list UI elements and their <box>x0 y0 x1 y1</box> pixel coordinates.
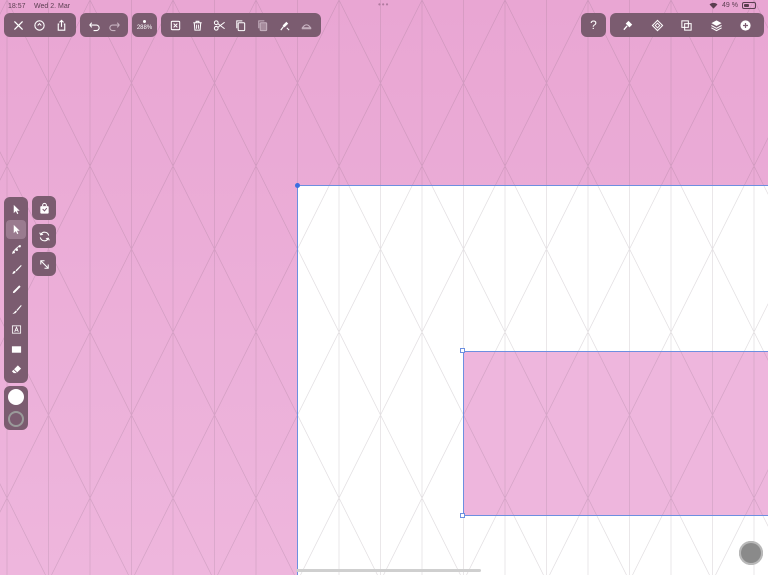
text-tool[interactable] <box>6 320 26 339</box>
cut-button[interactable] <box>210 16 228 34</box>
cut-icon <box>213 19 225 31</box>
stroke-color-swatch[interactable] <box>8 411 24 427</box>
selection-tool-icon <box>13 204 20 214</box>
share-icon <box>57 19 66 31</box>
wifi-icon <box>709 2 718 9</box>
zoom-level: 288% <box>136 24 153 31</box>
export-button[interactable] <box>31 16 49 34</box>
status-indicators: 49 % <box>709 2 756 9</box>
symbols-icon <box>651 19 664 31</box>
rectangle-tool[interactable] <box>6 340 26 359</box>
trash-icon <box>193 20 202 31</box>
delete-selection-icon <box>171 20 181 30</box>
eraser-tool[interactable] <box>6 360 26 379</box>
panels-toolbar-group <box>610 13 764 37</box>
battery-icon <box>742 2 756 9</box>
edit-toolbar-group <box>161 13 321 37</box>
redo-icon <box>108 21 120 31</box>
layers-icon <box>710 19 722 31</box>
history-toolbar-group <box>80 13 128 37</box>
paste-icon <box>258 19 268 31</box>
color-panel <box>4 386 28 430</box>
close-icon <box>14 20 24 30</box>
selection-handle-bottom-left[interactable] <box>460 513 465 518</box>
artboard-edge-top <box>297 185 768 186</box>
path-operations-button[interactable] <box>678 16 696 34</box>
direct-selection-tool[interactable] <box>6 219 26 239</box>
close-button[interactable] <box>10 16 28 34</box>
share-button[interactable] <box>52 16 70 34</box>
rectangle-tool-icon <box>11 345 21 353</box>
tools-panel <box>4 197 28 383</box>
help-toolbar-group: ? <box>581 13 606 37</box>
artboard-edge-left <box>297 185 298 575</box>
clear-icon <box>300 23 312 29</box>
brush-tool[interactable] <box>6 260 26 279</box>
undo-button[interactable] <box>85 16 103 34</box>
copy-button[interactable] <box>232 16 250 34</box>
clear-style-button[interactable] <box>297 16 315 34</box>
file-toolbar-group <box>4 13 76 37</box>
selection-options-button[interactable] <box>32 196 56 220</box>
style-brush-icon <box>623 20 633 30</box>
add-button[interactable] <box>736 16 754 34</box>
assistive-touch-button[interactable] <box>739 541 763 565</box>
multitasking-dots-icon[interactable]: ••• <box>378 0 389 9</box>
zoom-button[interactable]: 288% <box>134 16 156 34</box>
paste-style-button[interactable] <box>275 16 293 34</box>
artboard-corner-handle[interactable] <box>295 183 300 188</box>
selection-handle-top-left[interactable] <box>460 348 465 353</box>
status-time: 18:57 <box>8 3 26 10</box>
rotate-button[interactable] <box>32 224 56 248</box>
zoom-indicator-dot <box>143 19 146 23</box>
resize-arrows-icon <box>39 259 49 269</box>
export-icon <box>34 19 46 31</box>
delete-selection-button[interactable] <box>167 16 185 34</box>
pen-tool[interactable] <box>6 240 26 259</box>
status-bar: 18:57 Wed 2. Mar ••• 49 % <box>0 0 768 14</box>
zoom-toolbar-group: 288% <box>132 13 157 37</box>
trash-button[interactable] <box>189 16 207 34</box>
rotate-icon <box>38 231 50 241</box>
paste-style-icon <box>280 21 290 31</box>
copy-icon <box>236 19 246 31</box>
paste-button[interactable] <box>254 16 272 34</box>
undo-icon <box>88 21 100 31</box>
help-button[interactable]: ? <box>585 16 603 34</box>
home-indicator[interactable] <box>296 569 481 572</box>
pen-tool-icon <box>11 244 21 254</box>
eraser-tool-icon <box>11 364 21 373</box>
pencil-tool-icon <box>12 284 21 293</box>
scale-button[interactable] <box>32 252 56 276</box>
text-tool-icon <box>11 324 21 334</box>
path-ops-icon <box>681 19 693 31</box>
direct-selection-tool-icon <box>13 224 20 234</box>
brush-tool-icon <box>11 264 22 274</box>
pencil-tool[interactable] <box>6 280 26 299</box>
paintbrush-tool[interactable] <box>6 300 26 319</box>
shopping-bag-icon <box>39 202 49 214</box>
fill-color-swatch[interactable] <box>8 389 24 405</box>
style-button[interactable] <box>620 16 638 34</box>
redo-button[interactable] <box>105 16 123 34</box>
add-icon <box>740 19 751 31</box>
battery-percentage: 49 % <box>722 2 738 9</box>
selection-outline <box>463 351 768 516</box>
paintbrush-tool-icon <box>11 304 22 314</box>
layers-button[interactable] <box>707 16 725 34</box>
selection-tool[interactable] <box>6 200 26 219</box>
status-date: Wed 2. Mar <box>34 3 71 10</box>
symbols-button[interactable] <box>649 16 667 34</box>
